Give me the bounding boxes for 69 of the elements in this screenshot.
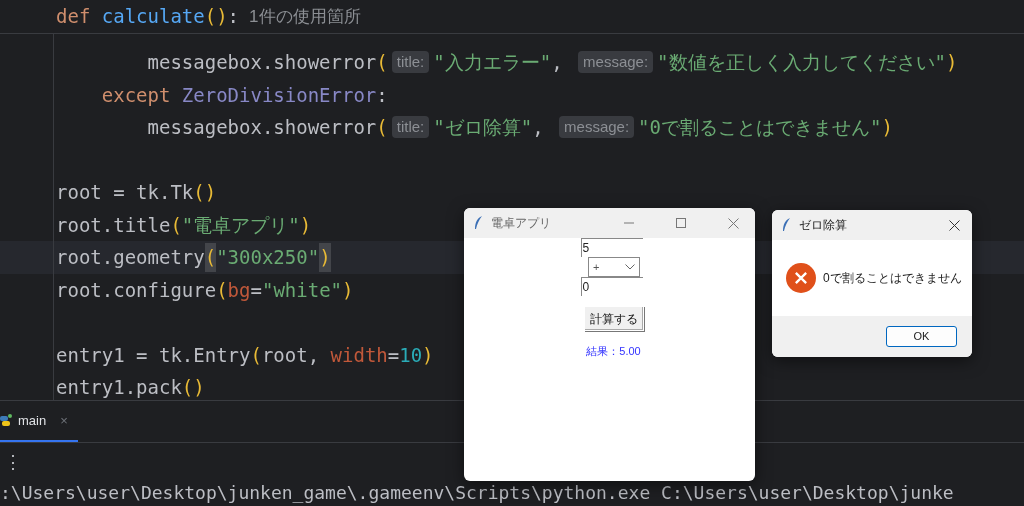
- number-entry[interactable]: 0: [580, 277, 643, 296]
- number-entry[interactable]: 5: [580, 238, 643, 257]
- code-text: root,: [261, 342, 321, 368]
- bracket: (: [170, 212, 182, 238]
- more-menu-button[interactable]: ⋮: [4, 449, 22, 476]
- code-text: messagebox.showerror: [146, 115, 377, 140]
- run-tab[interactable]: main ×: [0, 401, 78, 442]
- string-literal: "0で割ることはできません": [638, 115, 882, 140]
- code-text: root.title: [56, 212, 171, 238]
- bracket: (: [376, 50, 388, 75]
- close-tab-button[interactable]: ×: [60, 410, 68, 431]
- code-text: :: [376, 82, 388, 108]
- matched-bracket: (: [204, 243, 217, 272]
- bracket: ): [946, 50, 958, 75]
- usage-hint: 1件の使用箇所: [249, 5, 361, 28]
- bracket: (: [376, 115, 388, 140]
- bracket: (: [216, 277, 228, 303]
- bracket: ): [299, 212, 312, 238]
- string-literal: "数値を正しく入力してください": [657, 50, 946, 75]
- console-output: :\Users\user\Desktop\junken_game\.gameenv\Scripts\python.exe C:\Users\user\Desktop\junke: [0, 482, 954, 504]
- parameter-hint: message:: [559, 116, 635, 139]
- window-title: 電卓アプリ: [491, 215, 551, 232]
- bracket: (): [204, 4, 228, 30]
- code-text: root = tk.Tk: [56, 180, 194, 205]
- parameter-hint: message:: [578, 51, 654, 74]
- bracket: (): [181, 375, 205, 400]
- bracket: ): [881, 115, 893, 140]
- parameter-hint: title:: [391, 116, 430, 139]
- result-label: 結果：5.00: [586, 344, 641, 359]
- code-text: root.configure: [56, 277, 217, 303]
- number-literal: 10: [399, 342, 423, 368]
- calculate-button[interactable]: 計算する: [583, 306, 644, 331]
- code-text: =: [250, 277, 262, 303]
- bracket: (: [250, 342, 262, 368]
- file-type-icon: [0, 413, 12, 428]
- function-name: calculate: [101, 4, 205, 30]
- string-literal: "300x250": [216, 245, 320, 270]
- string-literal: "ゼロ除算": [433, 115, 533, 140]
- operator-dropdown[interactable]: +: [588, 257, 640, 277]
- maximize-icon[interactable]: [676, 218, 686, 228]
- error-message: 0で割ることはできません: [823, 270, 962, 287]
- code-text: ,: [532, 115, 545, 140]
- chevron-down-icon: [625, 264, 635, 270]
- code-text: messagebox.showerror: [146, 50, 377, 75]
- bracket: (): [193, 180, 217, 205]
- code-text: :: [227, 4, 240, 30]
- dialog-title: ゼロ除算: [799, 217, 847, 234]
- string-literal: "white": [261, 277, 343, 303]
- feather-icon: [474, 216, 483, 230]
- parameter-hint: title:: [391, 51, 430, 74]
- keyword: except: [100, 82, 172, 108]
- ok-button[interactable]: OK: [886, 326, 957, 347]
- keyword: def: [56, 4, 92, 30]
- class-name: ZeroDivisionError: [181, 82, 377, 108]
- code-text: root.geometry: [56, 245, 205, 270]
- parameter-name: width: [330, 342, 388, 368]
- feather-icon: [782, 218, 791, 232]
- code-text: entry1.pack: [56, 375, 182, 400]
- string-literal: "電卓アプリ": [181, 212, 300, 238]
- close-icon[interactable]: [949, 219, 960, 231]
- bracket: ): [342, 277, 354, 303]
- bracket: ): [422, 342, 434, 368]
- error-icon: [786, 263, 816, 293]
- matched-bracket: ): [319, 243, 331, 272]
- code-text: ,: [551, 50, 564, 75]
- parameter-name: bg: [227, 277, 251, 303]
- code-text: entry1 = tk.Entry: [56, 342, 251, 368]
- code-text: =: [387, 342, 400, 368]
- string-literal: "入力エラー": [433, 50, 552, 75]
